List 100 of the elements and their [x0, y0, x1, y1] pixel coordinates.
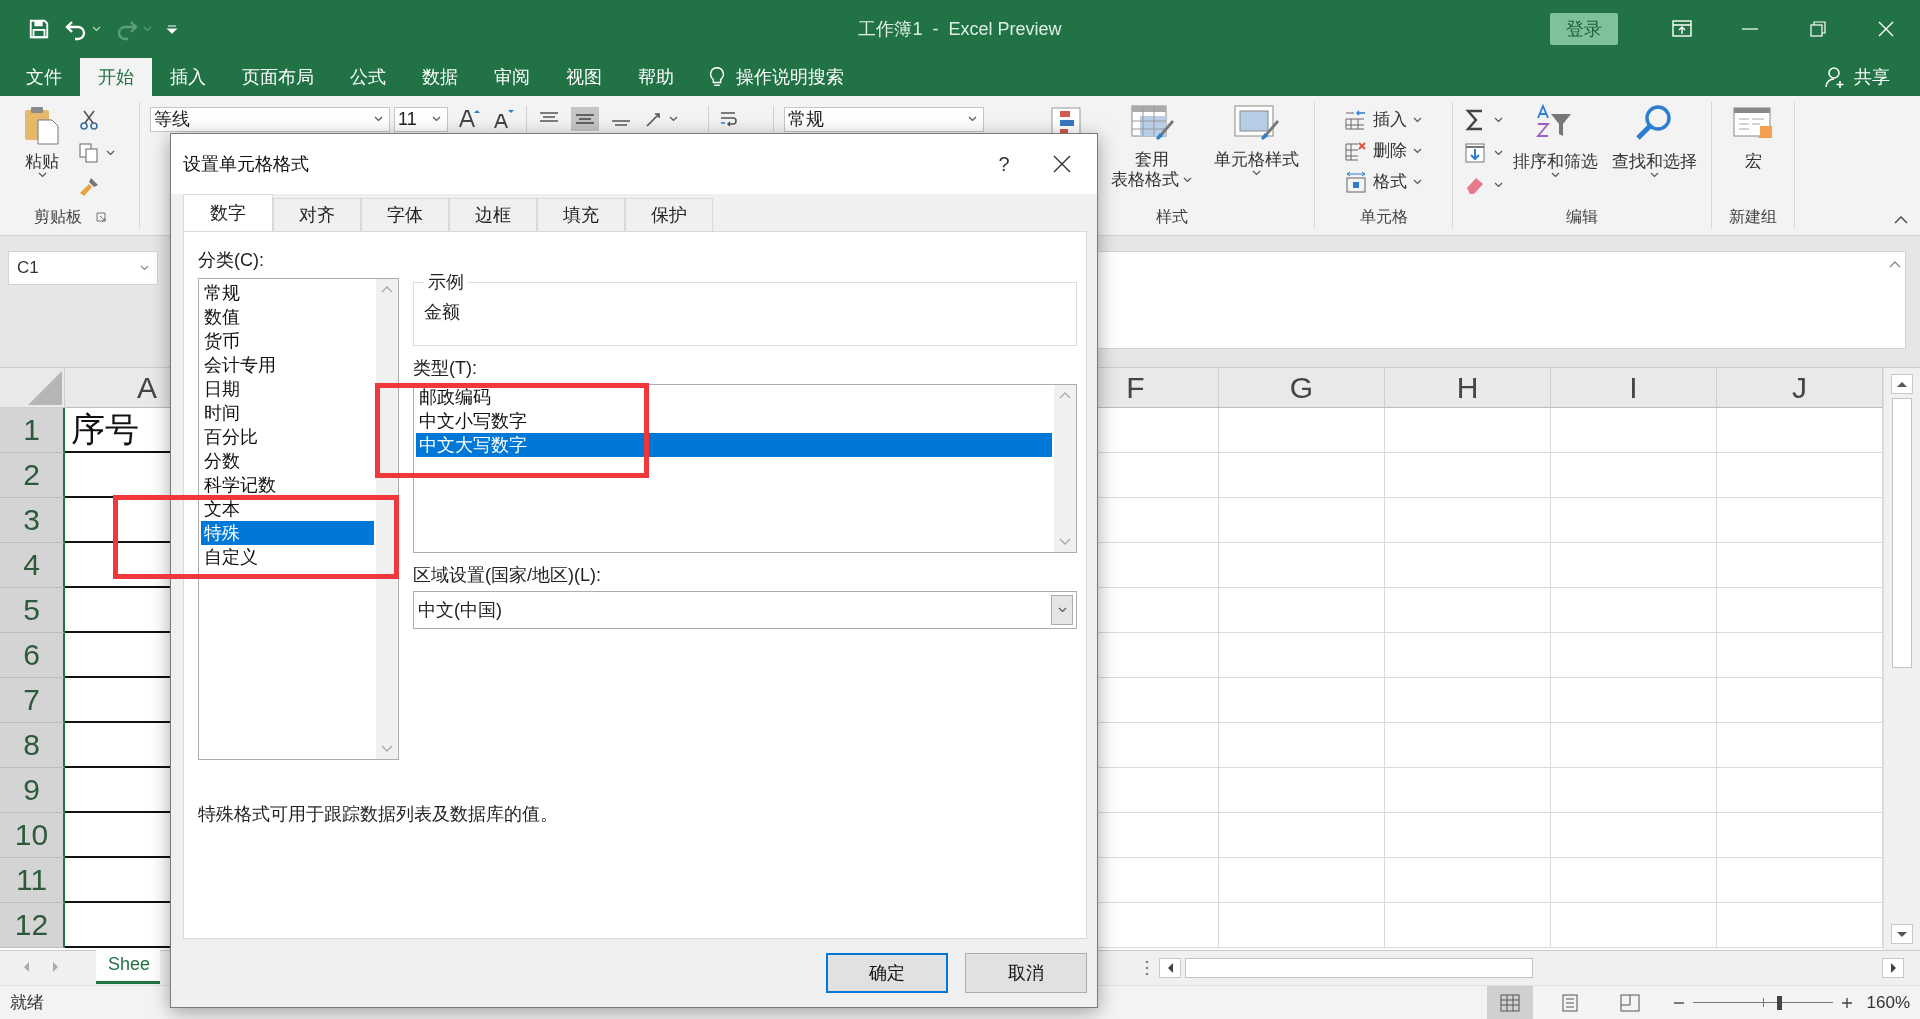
paste-button[interactable]: 粘贴 [18, 104, 66, 178]
row-header[interactable]: 7 [0, 678, 65, 723]
column-header[interactable]: J [1717, 368, 1883, 408]
caret-icon [1183, 177, 1192, 183]
splitter-icon[interactable] [1145, 960, 1150, 976]
view-button[interactable] [1486, 986, 1533, 1019]
category-item[interactable]: 科学记数 [201, 473, 374, 497]
column-header[interactable]: G [1219, 368, 1385, 408]
next-sheet-icon[interactable] [51, 961, 60, 973]
help-button[interactable]: ? [981, 151, 1027, 177]
zoom-slider[interactable] [1692, 995, 1833, 1010]
category-list[interactable]: 常规 数值 货币 会计专用 日期 时间 百分比 分数 科学记数 文本 特殊 自定义 [198, 278, 399, 760]
close-icon[interactable] [1876, 19, 1896, 39]
row-header[interactable]: 5 [0, 588, 65, 633]
ribbon-tab[interactable]: 视图 [548, 58, 620, 96]
scroll-down-button[interactable] [1891, 924, 1913, 944]
sort-filter-button[interactable]: 排序和筛选 [1508, 104, 1602, 178]
page-break-icon [1619, 993, 1640, 1012]
dialog-tab[interactable]: 填充 [537, 198, 625, 231]
category-item[interactable]: 文本 [201, 497, 374, 521]
dialog-tab[interactable]: 数字 [183, 194, 273, 231]
row-header[interactable]: 4 [0, 543, 65, 588]
ribbon-tab[interactable]: 文件 [8, 58, 80, 96]
row-header[interactable]: 10 [0, 813, 65, 858]
fill-down-icon[interactable] [1463, 142, 1486, 164]
tell-me-search[interactable]: 操作说明搜索 [736, 65, 844, 89]
scrollbar-thumb[interactable] [1185, 958, 1533, 978]
insert-cells-button[interactable]: 插入 [1345, 108, 1422, 131]
ribbon-tab[interactable]: 数据 [404, 58, 476, 96]
font-name-field[interactable]: 等线 [150, 106, 390, 132]
scroll-right-button[interactable] [1882, 958, 1905, 978]
row-header[interactable]: 1 [0, 408, 65, 453]
name-box[interactable]: C1 [8, 251, 158, 285]
dialog-tab[interactable]: 边框 [449, 198, 537, 231]
type-list[interactable]: 邮政编码 中文小写数字 中文大写数字 [413, 384, 1077, 553]
scroll-up-icon[interactable] [1059, 391, 1071, 400]
dialog-tab[interactable]: 字体 [361, 198, 449, 231]
row-header[interactable]: 6 [0, 633, 65, 678]
format-cells-button[interactable]: 格式 [1345, 170, 1422, 193]
scroll-up-icon[interactable] [381, 285, 393, 294]
category-item[interactable]: 特殊 [201, 521, 374, 545]
category-item[interactable]: 自定义 [201, 545, 374, 569]
scrollbar-thumb[interactable] [1892, 398, 1912, 668]
sheet-tab[interactable]: Shee [96, 950, 161, 984]
field-label: 类型(T): [413, 357, 478, 380]
shrink-font-icon[interactable] [492, 107, 516, 131]
row-header[interactable]: 2 [0, 453, 65, 498]
ribbon-tab[interactable]: 帮助 [620, 58, 692, 96]
ribbon-tab[interactable]: 审阅 [476, 58, 548, 96]
column-header[interactable]: I [1551, 368, 1717, 408]
type-item[interactable]: 中文大写数字 [416, 433, 1052, 457]
save-icon[interactable] [28, 18, 50, 40]
ribbon-tab[interactable]: 开始 [80, 58, 152, 96]
group-label: 剪贴板 [33, 206, 82, 227]
previous-sheet-icon[interactable] [22, 961, 31, 973]
restore-icon[interactable] [1808, 19, 1828, 39]
font-size-field[interactable]: 11 [394, 106, 448, 132]
ok-button[interactable]: 确定 [826, 953, 948, 993]
number-format-field[interactable]: 常规 [784, 106, 984, 132]
format-painter-icon[interactable] [78, 176, 100, 198]
scroll-down-icon[interactable] [1059, 537, 1071, 546]
collapse-formula-icon[interactable] [1889, 260, 1901, 269]
row-header[interactable]: 8 [0, 723, 65, 768]
scissors-icon[interactable] [78, 108, 100, 130]
category-item[interactable]: 常规 [201, 281, 374, 305]
delete-cells-button[interactable]: 删除 [1345, 139, 1422, 162]
window-title: 工作簿1 - Excel Preview [858, 18, 1062, 41]
row-header[interactable]: 11 [0, 858, 65, 903]
ribbon-tab[interactable]: 页面布局 [224, 58, 332, 96]
category-item[interactable]: 货币 [201, 329, 374, 353]
column-header[interactable]: H [1385, 368, 1551, 408]
category-item[interactable]: 数值 [201, 305, 374, 329]
copy-icon[interactable] [78, 142, 100, 164]
dialog-tab[interactable]: 对齐 [273, 198, 361, 231]
cell-styles-button[interactable]: 单元格样式 [1210, 104, 1303, 176]
zoom-level[interactable]: 160% [1866, 992, 1910, 1013]
format-as-table-button[interactable]: 套用 表格格式 [1107, 104, 1196, 190]
customize-icon[interactable] [166, 23, 178, 35]
find-select-button[interactable]: 查找和选择 [1607, 104, 1701, 178]
share-button[interactable]: 共享 [1824, 58, 1920, 96]
dialog-launcher-icon[interactable] [95, 212, 106, 222]
ribbon-tab[interactable]: 公式 [332, 58, 404, 96]
dialog-tab[interactable]: 保护 [625, 198, 713, 231]
row-header[interactable]: 9 [0, 768, 65, 813]
type-item[interactable]: 中文小写数字 [416, 409, 1052, 433]
collapse-ribbon-icon[interactable] [1894, 215, 1908, 225]
scroll-down-icon[interactable] [381, 744, 393, 753]
type-item[interactable]: 邮政编码 [416, 385, 1052, 409]
row-header[interactable]: 3 [0, 498, 65, 543]
scroll-up-button[interactable] [1891, 374, 1913, 394]
ribbon-tab[interactable]: 插入 [152, 58, 224, 96]
locale-dropdown[interactable]: 中文(中国) [413, 591, 1077, 629]
scroll-left-button[interactable] [1159, 958, 1182, 978]
row-header[interactable]: 12 [0, 903, 65, 948]
sign-in-button[interactable]: 登录 [1550, 13, 1618, 45]
zoom-in-icon[interactable] [1840, 996, 1853, 1009]
caret-icon [106, 150, 115, 156]
ribbon-display-icon[interactable] [1671, 18, 1693, 40]
cancel-button[interactable]: 取消 [965, 953, 1087, 993]
macros-button[interactable]: 宏 [1728, 104, 1778, 172]
